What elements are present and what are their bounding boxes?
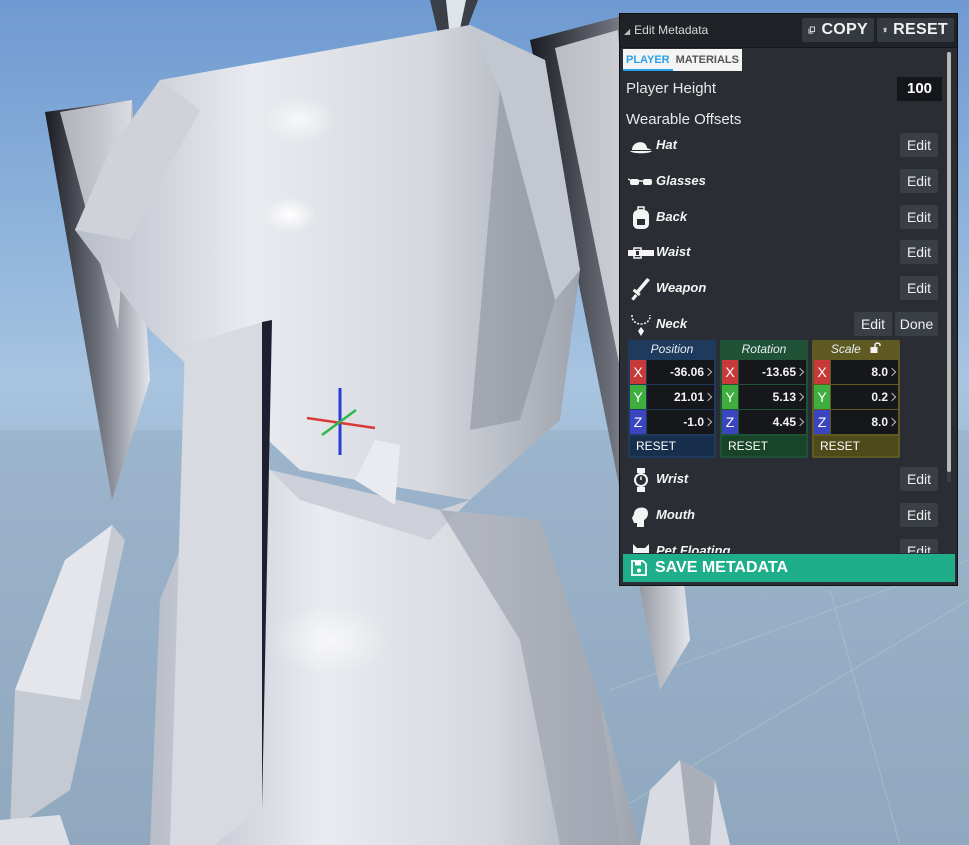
unlock-icon[interactable] [870,342,881,353]
axis-z-label: Z [722,410,738,434]
sword-icon [628,277,654,301]
wearable-row-hat: Hat Edit [620,131,950,161]
rotation-reset-button[interactable]: RESET [722,436,806,456]
position-header: Position [650,342,694,356]
axis-x-label: X [630,360,646,384]
axis-y-label: Y [814,385,830,409]
wearable-offsets-label: Wearable Offsets [626,111,742,128]
position-x-input[interactable]: -36.06 [647,360,714,384]
save-metadata-label: SAVE METADATA [655,559,789,576]
wearable-label-wrist: Wrist [656,471,689,486]
scale-reset-button[interactable]: RESET [814,436,898,456]
reset-label: RESET [893,21,948,38]
wearable-label-pet-floating: Pet Floating [656,543,731,553]
scale-z-input[interactable]: 8.0 [831,410,898,434]
edit-button-pet-floating[interactable]: Edit [900,539,938,553]
wearable-label-hat: Hat [656,137,677,152]
axis-y-label: Y [722,385,738,409]
pet-icon [628,540,654,553]
scale-x-input[interactable]: 8.0 [831,360,898,384]
position-reset-button[interactable]: RESET [630,436,714,456]
rotation-header: Rotation [741,342,787,356]
panel-title-text: Edit Metadata [634,23,709,37]
wearable-label-weapon: Weapon [656,280,707,295]
wearable-label-glasses: Glasses [656,173,706,188]
wearable-label-back: Back [656,209,688,224]
done-button-neck[interactable]: Done [895,312,938,336]
edit-button-wrist[interactable]: Edit [900,467,938,491]
floppy-disk-icon [631,560,647,576]
edit-button-mouth[interactable]: Edit [900,503,938,527]
scale-z-row: Z 8.0 [812,410,900,434]
wearable-row-waist: Waist Edit [620,238,950,268]
copy-icon [808,26,815,34]
head-icon [628,504,654,528]
rotation-y-input[interactable]: 5.13 [739,385,806,409]
wearable-row-back: Back Edit [620,203,950,233]
edit-button-glasses[interactable]: Edit [900,169,938,193]
position-group: Position X -36.06 Y 21.01 Z -1.0 RESET [628,340,716,458]
save-metadata-button[interactable]: SAVE METADATA [623,554,955,582]
glasses-icon [628,170,654,194]
scale-header-text: Scale [830,342,861,356]
panel-title[interactable]: ◢ Edit Metadata [624,23,708,37]
watch-icon [628,468,654,492]
wearable-row-weapon: Weapon Edit [620,274,950,304]
scrollbar-thumb[interactable] [947,52,951,472]
wearable-row-glasses: Glasses Edit [620,167,950,197]
tab-player[interactable]: PLAYER [623,49,673,71]
position-y-input[interactable]: 21.01 [647,385,714,409]
wearable-row-pet-floating: Pet Floating Edit [620,537,950,553]
backpack-icon [628,206,654,230]
edit-button-neck[interactable]: Edit [854,312,892,336]
collapse-triangle-icon[interactable]: ◢ [624,27,630,36]
position-y-row: Y 21.01 [628,385,716,409]
scale-y-row: Y 0.2 [812,385,900,409]
trash-icon [883,27,887,33]
panel-header: ◢ Edit Metadata COPY RESET [620,14,957,48]
wearable-row-neck: Neck Edit Done [620,310,950,340]
wearable-label-neck: Neck [656,316,688,331]
scale-group: Scale X 8.0 Y 0.2 Z 8.0 RESET [812,340,900,458]
player-height-label: Player Height [626,80,717,97]
rotation-group: Rotation X -13.65 Y 5.13 Z 4.45 RESET [720,340,808,458]
axis-y-label: Y [630,385,646,409]
edit-button-waist[interactable]: Edit [900,240,938,264]
edit-button-weapon[interactable]: Edit [900,276,938,300]
scale-header: Scale [812,340,900,359]
tab-materials[interactable]: MATERIALS [673,49,742,71]
scale-x-row: X 8.0 [812,360,900,384]
scale-y-input[interactable]: 0.2 [831,385,898,409]
axis-x-label: X [814,360,830,384]
rotation-x-input[interactable]: -13.65 [739,360,806,384]
position-x-row: X -36.06 [628,360,716,384]
reset-button[interactable]: RESET [877,18,954,42]
edit-button-hat[interactable]: Edit [900,133,938,157]
axis-z-label: Z [630,410,646,434]
belt-icon [628,241,654,265]
edit-metadata-panel: ◢ Edit Metadata COPY RESET PLAYER MATERIA… [619,13,958,586]
copy-button[interactable]: COPY [802,18,874,42]
edit-button-back[interactable]: Edit [900,205,938,229]
rotation-y-row: Y 5.13 [720,385,808,409]
player-height-input[interactable]: 100 [897,77,942,101]
wearable-row-wrist: Wrist Edit [620,465,950,495]
wearable-label-mouth: Mouth [656,507,695,522]
scrollbar[interactable] [947,52,951,482]
axis-z-label: Z [814,410,830,434]
copy-label: COPY [821,21,868,38]
rotation-z-row: Z 4.45 [720,410,808,434]
tab-bar: PLAYER MATERIALS [623,49,742,71]
rotation-x-row: X -13.65 [720,360,808,384]
cap-icon [628,134,654,158]
position-z-row: Z -1.0 [628,410,716,434]
axis-x-label: X [722,360,738,384]
wearable-label-waist: Waist [656,244,691,259]
necklace-icon [628,313,654,337]
rotation-z-input[interactable]: 4.45 [739,410,806,434]
position-z-input[interactable]: -1.0 [647,410,714,434]
wearable-row-mouth: Mouth Edit [620,501,950,531]
